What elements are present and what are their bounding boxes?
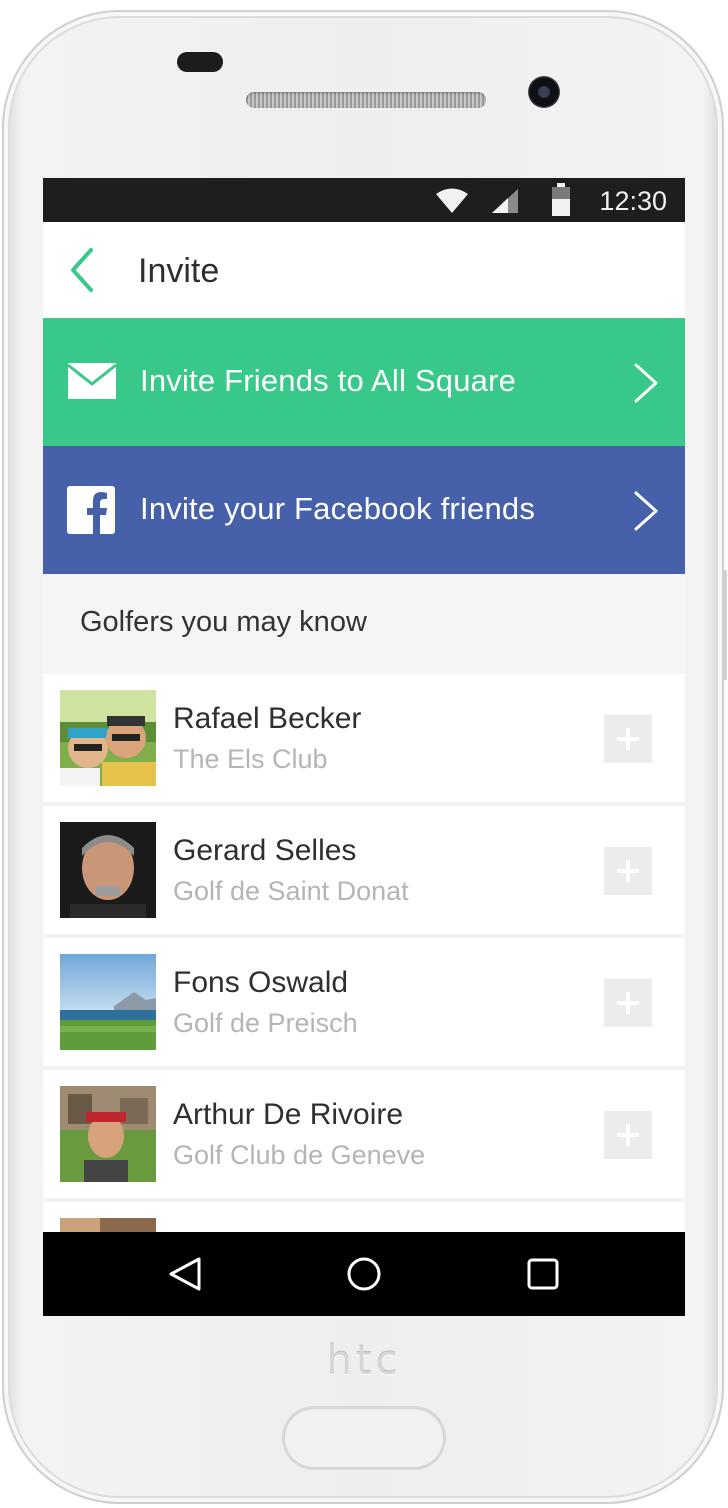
- mail-icon: [67, 362, 117, 405]
- proximity-sensor: [177, 52, 223, 72]
- golfer-name: Fons Oswald: [173, 966, 349, 999]
- golfer-club: Golf de Saint Donat: [173, 876, 409, 906]
- golfer-name: Arthur De Rivoire: [173, 1098, 404, 1131]
- avatar: [60, 954, 156, 1050]
- list-item[interactable]: Fons Oswald Golf de Preisch: [43, 938, 685, 1070]
- system-navigation-bar: [43, 1232, 685, 1316]
- avatar: [60, 822, 156, 918]
- invite-friends-email-button[interactable]: Invite Friends to All Square: [43, 318, 685, 446]
- golfer-name: Rafael Becker: [173, 702, 362, 735]
- invite-facebook-label: Invite your Facebook friends: [140, 491, 536, 526]
- home-circle-icon[interactable]: [344, 1254, 384, 1294]
- back-triangle-icon[interactable]: [165, 1254, 205, 1294]
- golfer-club: The Els Club: [173, 744, 328, 774]
- add-golfer-button[interactable]: [604, 979, 652, 1027]
- recents-square-icon[interactable]: [523, 1254, 563, 1294]
- facebook-icon: [67, 486, 115, 539]
- earpiece-speaker: [246, 92, 486, 108]
- avatar: [60, 690, 156, 786]
- chevron-right-icon: [631, 490, 661, 537]
- list-item[interactable]: Gerard Selles Golf de Saint Donat: [43, 806, 685, 938]
- status-bar: 12:30: [43, 178, 685, 222]
- chevron-left-icon: [71, 248, 93, 292]
- back-button[interactable]: [61, 244, 109, 296]
- app-bar: Invite: [43, 222, 685, 318]
- wifi-icon: [435, 188, 469, 219]
- invite-facebook-friends-button[interactable]: Invite your Facebook friends: [43, 446, 685, 574]
- golfer-club: Golf Club de Geneve: [173, 1140, 426, 1170]
- avatar: [60, 1086, 156, 1182]
- add-golfer-button[interactable]: [604, 1111, 652, 1159]
- add-golfer-button[interactable]: [604, 847, 652, 895]
- section-title: Golfers you may know: [80, 606, 367, 638]
- section-header: Golfers you may know: [43, 574, 685, 674]
- page-title: Invite: [138, 252, 220, 290]
- hardware-home-button[interactable]: [282, 1406, 446, 1470]
- chevron-right-icon: [631, 362, 661, 409]
- golfer-club: Golf de Preisch: [173, 1008, 358, 1038]
- invite-friends-label: Invite Friends to All Square: [140, 363, 517, 398]
- front-camera: [528, 76, 560, 108]
- volume-button: [722, 570, 727, 680]
- status-time: 12:30: [599, 186, 667, 216]
- list-item[interactable]: Arthur De Rivoire Golf Club de Geneve: [43, 1070, 685, 1202]
- cell-signal-icon: [491, 188, 519, 219]
- device-brand-logo: htc: [326, 1338, 402, 1384]
- add-golfer-button[interactable]: [604, 715, 652, 763]
- battery-icon: [551, 183, 571, 222]
- app-screen: 12:30 Invite Invite Friends to All Squar…: [43, 178, 685, 1316]
- golfer-name: Gerard Selles: [173, 834, 357, 867]
- list-item[interactable]: Rafael Becker The Els Club: [43, 674, 685, 806]
